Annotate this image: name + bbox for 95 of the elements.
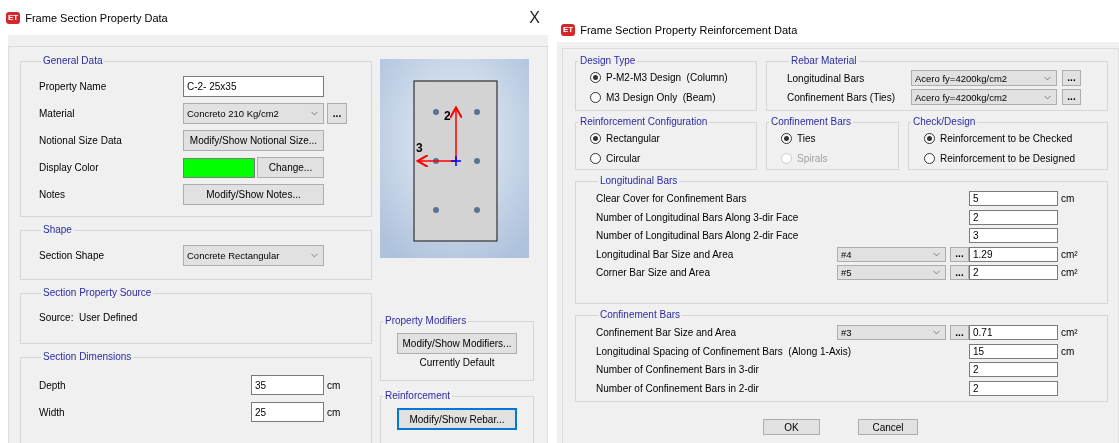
field-label: Longitudinal Bar Size and Area	[596, 248, 734, 260]
dropdown[interactable]: #5	[837, 265, 946, 280]
dropdown[interactable]: Acero fy=4200kg/cm2	[911, 70, 1057, 86]
status-text: Currently Default	[419, 357, 495, 368]
unit-label: cm²	[1060, 267, 1079, 278]
radio-option[interactable]: M3 Design Only (Beam)	[590, 90, 756, 104]
rebar-dot	[474, 207, 480, 213]
rebar-button[interactable]: Modify/Show Rebar...	[397, 408, 517, 430]
more-button[interactable]: ...	[1062, 70, 1081, 86]
field-label: Corner Bar Size and Area	[596, 267, 710, 278]
action-button[interactable]: Modify/Show Notes...	[183, 184, 324, 205]
field-label: Number of Longitudinal Bars Along 2-dir Face	[596, 230, 799, 241]
unit-label: cm²	[1060, 327, 1079, 338]
number-field[interactable]: 5	[969, 191, 1058, 206]
number-field[interactable]: 2	[969, 380, 1058, 396]
field-label: Confinement Bar Size and Area	[596, 327, 737, 338]
field-label: Longitudinal Spacing of Confinement Bars (Along 1-Axis)	[596, 345, 852, 357]
radio-option[interactable]: P-M2-M3 Design (Column)	[590, 70, 756, 84]
unit-label: cm	[327, 379, 342, 391]
number-field[interactable]: 1.29	[969, 246, 1058, 262]
number-field[interactable]: 0.71	[969, 325, 1058, 340]
action-button[interactable]: Modify/Show Notional Size...	[183, 130, 324, 151]
radio-option[interactable]: Reinforcement to be Designed	[924, 151, 1107, 165]
number-field[interactable]: 25	[251, 402, 324, 422]
field-label: Longitudinal Bars	[787, 72, 866, 84]
rebar-dot	[433, 109, 439, 115]
dropdown[interactable]: Concreto 210 Kg/cm2	[183, 103, 324, 124]
axis-label: 2	[444, 109, 451, 123]
more-button[interactable]: ...	[327, 103, 347, 124]
dropdown[interactable]: Acero fy=4200kg/cm2	[911, 89, 1057, 105]
more-button[interactable]: ...	[950, 265, 969, 280]
group-title: Confinement Bars	[770, 116, 853, 128]
field-label: Notional Size Data	[39, 135, 123, 146]
field-label: Number of Confinement Bars in 3-dir	[596, 364, 759, 375]
group-title: Reinforcement Configuration	[579, 116, 709, 128]
group-title: Check/Design	[912, 116, 977, 128]
field-label: Property Name	[39, 81, 108, 92]
field-label: Display Color	[39, 162, 100, 173]
unit-label: cm²	[1060, 248, 1079, 260]
group-title: Design Type	[579, 55, 637, 67]
group-title: Longitudinal Bars	[599, 175, 679, 187]
more-button[interactable]: ...	[950, 325, 969, 340]
group-title: Section Property Source	[42, 287, 153, 299]
unit-label: cm	[1060, 345, 1076, 357]
dialog-button[interactable]: Cancel	[858, 419, 918, 435]
number-field[interactable]: 2	[969, 362, 1058, 377]
group-title: Section Dimensions	[42, 351, 133, 363]
close-button[interactable]: X	[529, 8, 542, 27]
radio-option[interactable]: Circular	[590, 151, 756, 165]
number-field[interactable]: 2	[969, 265, 1058, 280]
change-button[interactable]: Change...	[257, 157, 324, 178]
group-title: Rebar Material	[790, 55, 858, 67]
modifiers-button[interactable]: Modify/Show Modifiers...	[397, 333, 517, 354]
number-field[interactable]: 2	[969, 209, 1058, 225]
origin-icon	[450, 155, 462, 167]
number-field[interactable]: 3	[969, 228, 1058, 243]
rebar-dot	[433, 158, 439, 164]
dropdown[interactable]: Concrete Rectangular	[183, 245, 324, 266]
dialog-button[interactable]: OK	[763, 419, 820, 435]
dropdown[interactable]: #3	[837, 325, 946, 340]
field-label: Number of Confinement Bars in 2-dir	[596, 382, 759, 394]
app-logo: ET	[561, 24, 576, 36]
more-button[interactable]: ...	[1062, 89, 1081, 105]
window-title: Frame Section Property Data	[25, 11, 168, 24]
field-label: Clear Cover for Confinement Bars	[596, 193, 747, 204]
field-label: Section Shape	[39, 250, 106, 261]
radio-option[interactable]: Ties	[781, 131, 898, 145]
field-label: Notes	[39, 189, 67, 200]
field-label: Material	[39, 108, 76, 119]
group-title: General Data	[42, 55, 104, 67]
dropdown[interactable]: #4	[837, 246, 946, 262]
rebar-dot	[474, 158, 480, 164]
more-button[interactable]: ...	[950, 246, 969, 262]
source-text: Source: User Defined	[39, 312, 138, 323]
radio-option[interactable]: Rectangular	[590, 131, 756, 145]
radio-option[interactable]: Reinforcement to be Checked	[924, 131, 1107, 145]
group-title: Property Modifiers	[384, 315, 468, 327]
app-logo: ET	[6, 11, 21, 24]
rebar-dot	[433, 207, 439, 213]
number-field[interactable]: 15	[969, 343, 1058, 359]
unit-label: cm	[327, 406, 342, 418]
number-field[interactable]: 35	[251, 375, 324, 395]
rebar-dot	[474, 109, 480, 115]
text-field[interactable]: C-2- 25x35	[183, 76, 324, 97]
axis-label: 3	[416, 141, 423, 155]
group-title: Reinforcement	[384, 390, 452, 402]
group-title: Confinement Bars	[599, 309, 682, 321]
field-label: Width	[39, 406, 66, 418]
window-title: Frame Section Property Reinforcement Data	[580, 24, 798, 36]
field-label: Number of Longitudinal Bars Along 3-dir Face	[596, 211, 799, 223]
chevron-icon	[309, 250, 320, 261]
unit-label: cm	[1060, 193, 1076, 204]
group-title: Shape	[42, 224, 73, 236]
field-label: Depth	[39, 379, 67, 391]
field-label: Confinement Bars (Ties)	[787, 91, 896, 103]
